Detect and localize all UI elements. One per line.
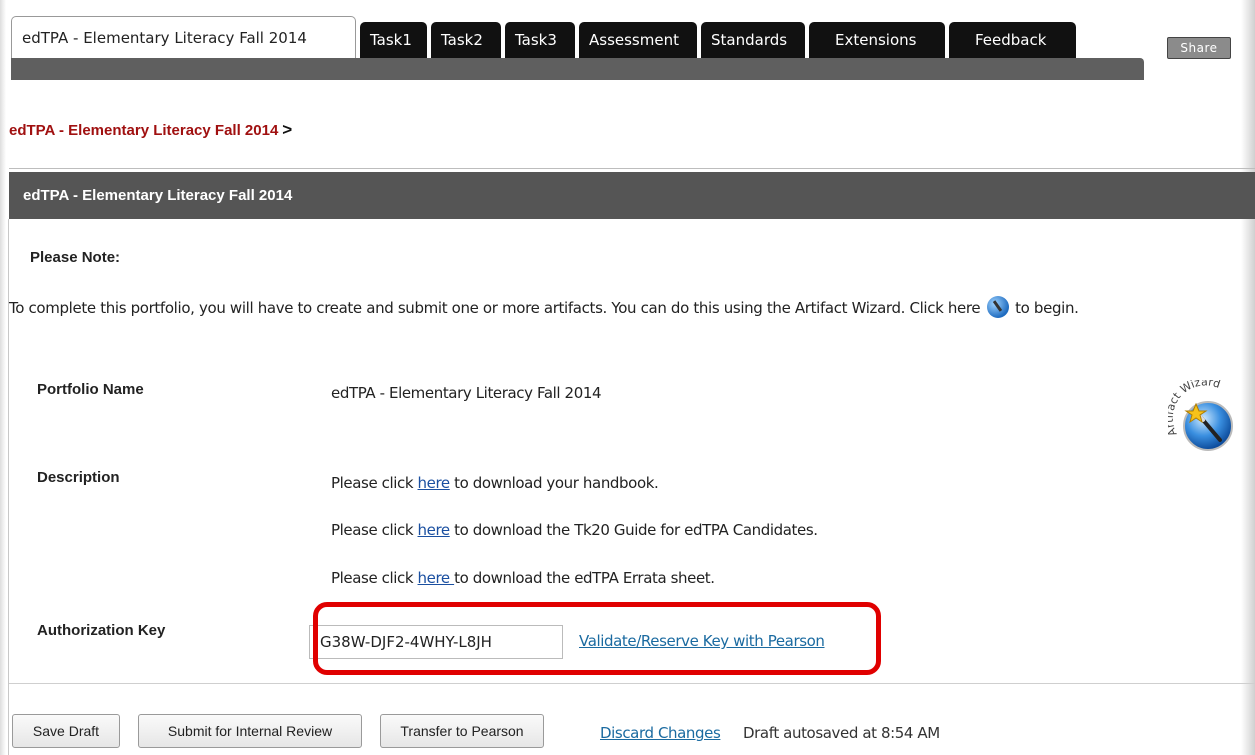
desc-line-2-prefix: Please click xyxy=(331,521,418,539)
description-label: Description xyxy=(37,469,120,486)
artifact-wizard-icon[interactable] xyxy=(986,296,1009,318)
note-text-after: to begin. xyxy=(1015,299,1079,317)
desc-line-3-suffix: to download the edTPA Errata sheet. xyxy=(454,569,715,587)
tab-strip xyxy=(11,58,1144,80)
tab-portfolio[interactable]: edTPA - Elementary Literacy Fall 2014 xyxy=(11,16,356,58)
handbook-download-link[interactable]: here xyxy=(418,474,451,492)
divider xyxy=(9,168,1255,169)
note-title: Please Note: xyxy=(30,249,121,266)
save-draft-button[interactable]: Save Draft xyxy=(12,714,120,748)
authorization-key-label: Authorization Key xyxy=(37,622,166,639)
breadcrumb-separator: > xyxy=(282,120,293,139)
tab-standards[interactable]: Standards xyxy=(701,22,805,58)
autosave-status: Draft autosaved at 8:54 AM xyxy=(743,724,940,742)
footer-divider xyxy=(9,683,1255,684)
breadcrumb: edTPA - Elementary Literacy Fall 2014 > xyxy=(9,120,292,140)
artifact-wizard-badge[interactable]: Artifact Wizard xyxy=(1163,375,1240,454)
breadcrumb-link[interactable]: edTPA - Elementary Literacy Fall 2014 xyxy=(9,122,278,139)
desc-line-1-prefix: Please click xyxy=(331,474,418,492)
tab-task1[interactable]: Task1 xyxy=(360,22,427,58)
section-title: edTPA - Elementary Literacy Fall 2014 xyxy=(23,187,293,204)
tab-task3[interactable]: Task3 xyxy=(505,22,575,58)
tab-extensions[interactable]: Extensions xyxy=(809,22,945,58)
description-line-2: Please click here to download the Tk20 G… xyxy=(331,521,818,539)
description-line-1: Please click here to download your handb… xyxy=(331,474,659,492)
tab-task2[interactable]: Task2 xyxy=(431,22,501,58)
description-line-3: Please click here to download the edTPA … xyxy=(331,569,715,587)
share-button[interactable]: Share xyxy=(1167,37,1231,59)
transfer-to-pearson-button[interactable]: Transfer to Pearson xyxy=(380,714,544,748)
window-shadow-right xyxy=(1241,0,1255,755)
errata-download-link[interactable]: here xyxy=(418,569,455,587)
tab-assessment[interactable]: Assessment xyxy=(579,22,697,58)
section-header: edTPA - Elementary Literacy Fall 2014 xyxy=(9,172,1255,219)
discard-changes-link[interactable]: Discard Changes xyxy=(600,724,721,742)
highlight-annotation xyxy=(313,602,881,675)
portfolio-name-value: edTPA - Elementary Literacy Fall 2014 xyxy=(331,384,602,402)
magic-wand-icon: Artifact Wizard xyxy=(1163,375,1233,451)
window-shadow-left xyxy=(0,0,6,755)
desc-line-1-suffix: to download your handbook. xyxy=(449,474,659,492)
note-text: To complete this portfolio, you will hav… xyxy=(9,296,1079,318)
note-text-before: To complete this portfolio, you will hav… xyxy=(9,299,981,317)
tab-feedback[interactable]: Feedback xyxy=(949,22,1076,58)
guide-download-link[interactable]: here xyxy=(418,521,451,539)
submit-internal-review-button[interactable]: Submit for Internal Review xyxy=(138,714,362,748)
desc-line-2-suffix: to download the Tk20 Guide for edTPA Can… xyxy=(449,521,818,539)
tab-bar: edTPA - Elementary Literacy Fall 2014 Ta… xyxy=(0,0,1255,82)
portfolio-name-label: Portfolio Name xyxy=(37,381,144,398)
desc-line-3-prefix: Please click xyxy=(331,569,418,587)
